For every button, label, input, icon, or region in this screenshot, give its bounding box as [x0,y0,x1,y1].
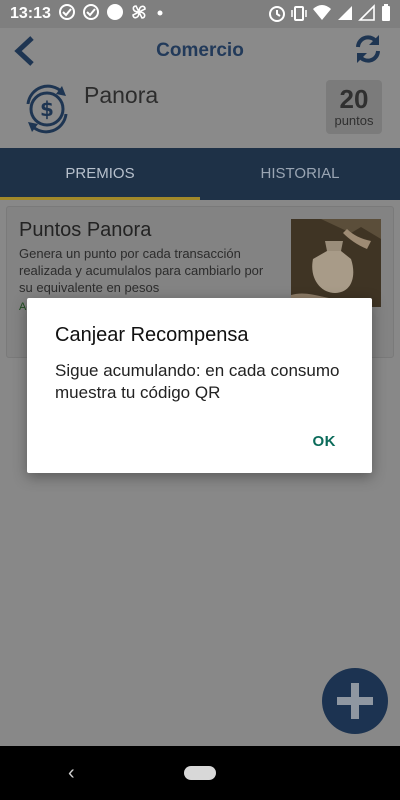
add-fab-button[interactable] [322,668,388,734]
signal-icon [358,4,375,21]
plus-icon-vertical [351,683,359,719]
dot-icon [157,10,163,16]
system-nav-bar: ‹ [0,746,400,800]
app-header: Comercio $ Panora 20 puntos [0,28,400,148]
status-time: 13:13 [10,5,51,22]
status-left-icons [58,3,166,21]
vibrate-icon [291,6,307,21]
wifi-icon [313,5,331,20]
home-pill-icon[interactable] [184,766,216,780]
svg-text:$: $ [40,97,54,121]
points-label: puntos [334,113,374,128]
dialog-title: Canjear Recompensa [55,324,249,346]
tab-historial[interactable]: HISTORIAL [200,148,400,200]
refresh-icon[interactable] [352,33,384,65]
pinwheel-icon [132,5,146,19]
dialog-ok-button[interactable]: OK [313,433,337,450]
battery-icon [382,4,390,21]
points-value: 20 [339,84,369,114]
status-right-icons [268,3,392,23]
merchant-logo-icon: $ [26,84,68,134]
reward-image [291,219,381,307]
tab-premios[interactable]: PREMIOS [0,148,200,200]
check-circle-icon [59,4,75,20]
nav-back-icon[interactable]: ‹ [68,762,75,785]
status-bar: 13:13 [0,0,400,28]
alarm-icon [269,6,285,22]
merchant-name: Panora [84,82,159,108]
circle-icon [107,4,123,20]
reward-description: Genera un punto por cada transacción rea… [19,246,264,295]
dialog-message: Sigue acumulando: en cada consumo muestr… [55,361,340,402]
check-circle-icon [83,4,99,20]
signal-icon [338,6,352,20]
page-title: Comercio [156,40,244,61]
reward-title: Puntos Panora [19,219,152,241]
points-badge: 20 puntos [326,80,382,134]
tab-bar: PREMIOS HISTORIAL [0,148,400,200]
redeem-dialog: Canjear Recompensa Sigue acumulando: en … [27,298,372,473]
